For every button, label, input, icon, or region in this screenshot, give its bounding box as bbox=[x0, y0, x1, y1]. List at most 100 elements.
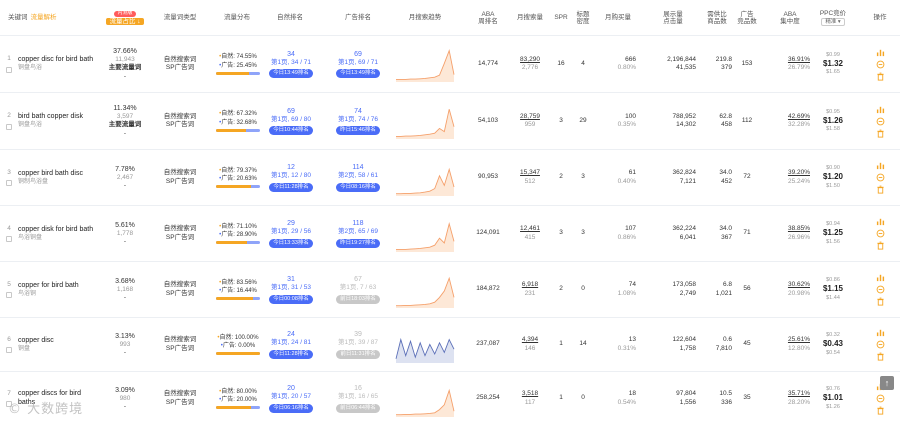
monthly-search[interactable]: 28,759 bbox=[520, 113, 540, 121]
trend-cell[interactable] bbox=[392, 262, 458, 317]
concentration-value[interactable]: 38.85% bbox=[788, 225, 810, 233]
row-checkbox[interactable] bbox=[6, 180, 12, 187]
trash-icon[interactable] bbox=[876, 129, 885, 138]
trend-sparkline[interactable] bbox=[394, 44, 456, 84]
monthly-search[interactable]: 6,918 bbox=[522, 281, 538, 289]
keyword-text[interactable]: copper disc for bird bath bbox=[18, 55, 93, 64]
row-checkbox[interactable] bbox=[6, 123, 12, 130]
trash-icon[interactable] bbox=[876, 352, 885, 361]
trend-cell[interactable] bbox=[392, 318, 458, 371]
back-to-top-button[interactable]: ↑ bbox=[880, 376, 894, 390]
row-checkbox[interactable] bbox=[6, 66, 12, 73]
organic-rank-time-pill[interactable]: 今日13:33排名 bbox=[269, 238, 313, 248]
type-cell: 自然搜索词 SP广告词 bbox=[155, 372, 205, 423]
keyword-text[interactable]: copper disc bbox=[18, 336, 54, 345]
monthly-search[interactable]: 4,394 bbox=[522, 336, 538, 344]
traffic-analysis-link[interactable]: 流量解析 bbox=[31, 14, 57, 21]
dist-ad-line: •广告: 25.45% bbox=[219, 62, 257, 69]
organic-rank-time-pill[interactable]: 今日10:44排名 bbox=[269, 126, 313, 136]
minus-circle-icon[interactable] bbox=[876, 60, 885, 69]
chart-icon[interactable] bbox=[876, 217, 885, 226]
trash-icon[interactable] bbox=[876, 72, 885, 81]
minus-circle-icon[interactable] bbox=[876, 229, 885, 238]
trend-cell[interactable] bbox=[392, 93, 458, 149]
ratio-sort-button[interactable]: 流量占比 ↓ bbox=[106, 17, 144, 26]
header-ad-rank[interactable]: 广告排名 bbox=[330, 0, 386, 36]
header-impressions[interactable]: 展示量 点击量 bbox=[650, 0, 696, 36]
trend-cell[interactable] bbox=[392, 206, 458, 261]
spr-cell: 3 bbox=[552, 206, 570, 261]
header-ad-count[interactable]: 广告 竞品数 bbox=[736, 0, 758, 36]
trend-sparkline[interactable] bbox=[394, 214, 456, 254]
trend-cell[interactable] bbox=[392, 372, 458, 423]
keyword-text[interactable]: copper bird bath disc bbox=[18, 169, 83, 178]
ppc-match-select[interactable]: 精准 ▾ bbox=[821, 18, 845, 27]
ad-rank-time-pill[interactable]: 前日11:31排名 bbox=[336, 349, 380, 359]
header-supply[interactable]: 需供比 商品数 bbox=[700, 0, 734, 36]
concentration-value[interactable]: 25.61% bbox=[788, 336, 810, 344]
row-checkbox[interactable] bbox=[6, 347, 12, 354]
header-organic-rank[interactable]: 自然排名 bbox=[265, 0, 315, 36]
minus-circle-icon[interactable] bbox=[876, 394, 885, 403]
monthly-search[interactable]: 83,290 bbox=[520, 56, 540, 64]
organic-rank-time-pill[interactable]: 今日06:16排名 bbox=[269, 403, 313, 413]
header-purchase[interactable]: 月购买量 bbox=[598, 0, 638, 36]
chart-icon[interactable] bbox=[876, 161, 885, 170]
header-title-density[interactable]: 标题 密度 bbox=[572, 0, 594, 36]
concentration-value[interactable]: 35.71% bbox=[788, 390, 810, 398]
trend-sparkline[interactable] bbox=[394, 325, 456, 365]
concentration-value[interactable]: 42.69% bbox=[788, 113, 810, 121]
trash-icon[interactable] bbox=[876, 406, 885, 415]
concentration-value[interactable]: 30.62% bbox=[788, 281, 810, 289]
trash-icon[interactable] bbox=[876, 297, 885, 306]
organic-rank-time-pill[interactable]: 今日13:49排名 bbox=[269, 69, 313, 79]
concentration-value[interactable]: 39.20% bbox=[788, 169, 810, 177]
minus-circle-icon[interactable] bbox=[876, 285, 885, 294]
trash-icon[interactable] bbox=[876, 241, 885, 250]
monthly-search[interactable]: 15,347 bbox=[520, 169, 540, 177]
ppc-suggested: $0.43 bbox=[822, 339, 844, 349]
trend-sparkline[interactable] bbox=[394, 158, 456, 198]
header-aba[interactable]: ABA 周排名 bbox=[468, 0, 508, 36]
organic-rank-time-pill[interactable]: 今日11:28排名 bbox=[269, 182, 313, 192]
minus-circle-icon[interactable] bbox=[876, 173, 885, 182]
ad-rank-value: 74 bbox=[354, 107, 362, 115]
ad-rank-time-pill[interactable]: 前日18:03排名 bbox=[336, 294, 380, 304]
chart-icon[interactable] bbox=[876, 105, 885, 114]
impressions-cell: 97,804 1,556 bbox=[648, 372, 696, 423]
header-monthly[interactable]: 月搜索量 bbox=[510, 0, 550, 36]
type-sp-ad: SP广告词 bbox=[165, 233, 195, 241]
trend-sparkline[interactable] bbox=[394, 101, 456, 141]
trend-cell[interactable] bbox=[392, 150, 458, 205]
ad-rank-time-pill[interactable]: 今日13:49排名 bbox=[336, 69, 380, 79]
organic-rank-time-pill[interactable]: 今日11:28排名 bbox=[269, 349, 313, 359]
organic-rank-cell: 29 第1页, 29 / 56 今日13:33排名 bbox=[265, 206, 317, 261]
header-concentration[interactable]: ABA 集中度 bbox=[770, 0, 810, 36]
monthly-search[interactable]: 12,461 bbox=[520, 225, 540, 233]
chart-icon[interactable] bbox=[876, 328, 885, 337]
row-checkbox[interactable] bbox=[6, 236, 12, 243]
trend-sparkline[interactable] bbox=[394, 270, 456, 310]
trend-sparkline[interactable] bbox=[394, 379, 456, 419]
monthly-search[interactable]: 3,518 bbox=[522, 390, 538, 398]
minus-circle-icon[interactable] bbox=[876, 340, 885, 349]
keyword-text[interactable]: copper for bird bath bbox=[18, 281, 79, 290]
ad-rank-time-pill[interactable]: 今日08:16排名 bbox=[336, 182, 380, 192]
ad-rank-time-pill[interactable]: 昨日15:46排名 bbox=[336, 126, 380, 136]
concentration-value[interactable]: 36.91% bbox=[788, 56, 810, 64]
ppc-cell: $0.90 $1.20 $1.50 bbox=[815, 150, 851, 205]
chart-icon[interactable] bbox=[876, 48, 885, 57]
header-ratio[interactable]: 内测版 流量占比 ↓ bbox=[102, 0, 148, 36]
ad-rank-time-pill[interactable]: 前日06:44排名 bbox=[336, 403, 380, 413]
trend-cell[interactable] bbox=[392, 36, 458, 92]
title-density-value: 29 bbox=[579, 116, 587, 124]
row-checkbox[interactable] bbox=[6, 292, 12, 299]
keyword-text[interactable]: bird bath copper disk bbox=[18, 112, 83, 121]
organic-rank-time-pill[interactable]: 今日00:08排名 bbox=[269, 294, 313, 304]
minus-circle-icon[interactable] bbox=[876, 117, 885, 126]
keyword-text[interactable]: copper disk for bird bath bbox=[18, 225, 93, 234]
chart-icon[interactable] bbox=[876, 273, 885, 282]
trash-icon[interactable] bbox=[876, 185, 885, 194]
ad-rank-time-pill[interactable]: 昨日19:27排名 bbox=[336, 238, 380, 248]
header-spr[interactable]: SPR bbox=[552, 0, 570, 36]
